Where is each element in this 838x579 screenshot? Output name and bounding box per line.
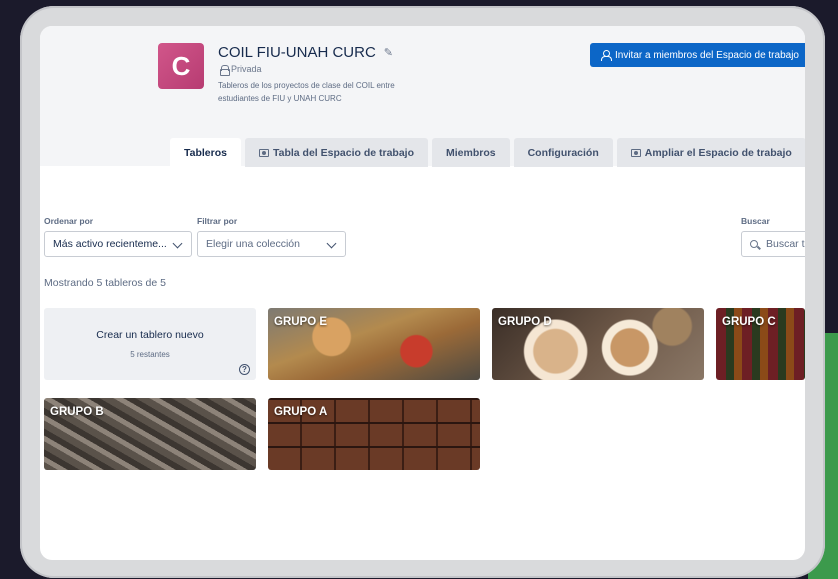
tab-workspace-table-label: Tabla del Espacio de trabajo — [272, 146, 414, 159]
tab-upgrade[interactable]: Ampliar el Espacio de trabajo — [616, 138, 805, 167]
invite-members-button[interactable]: Invitar a miembros del Espacio de trabaj… — [590, 43, 805, 67]
board-tile[interactable]: GRUPO D — [492, 308, 704, 380]
workspace-visibility: Privada — [220, 64, 262, 76]
app-screen: C COIL FIU-UNAH CURC ✎ Privada Tableros … — [40, 26, 805, 560]
boards-count: Mostrando 5 tableros de 5 — [44, 277, 166, 289]
create-board-label: Crear un tablero nuevo — [96, 329, 204, 341]
board-title: GRUPO E — [274, 316, 328, 328]
workspace-name: COIL FIU-UNAH CURC — [218, 44, 376, 61]
search-input[interactable]: Buscar tableros — [741, 231, 805, 257]
board-title: GRUPO D — [498, 316, 552, 328]
search-placeholder: Buscar tableros — [766, 238, 805, 250]
invite-label: Invitar a miembros del Espacio de trabaj… — [615, 49, 799, 61]
workspace-tabs: Tableros Tabla del Espacio de trabajo Mi… — [170, 138, 805, 167]
tab-members[interactable]: Miembros — [432, 138, 510, 167]
board-title: GRUPO C — [722, 316, 776, 328]
table-icon — [258, 148, 269, 157]
collection-filter-select[interactable]: Elegir una colección — [197, 231, 346, 257]
workspace-description: Tableros de los proyectos de clase del C… — [218, 81, 395, 103]
chevron-down-icon — [326, 238, 337, 249]
tab-upgrade-label: Ampliar el Espacio de trabajo — [644, 146, 792, 159]
help-icon[interactable]: ? — [239, 364, 250, 375]
sort-label: Ordenar por — [44, 216, 94, 226]
chevron-down-icon — [172, 238, 183, 249]
board-title: GRUPO A — [274, 406, 328, 418]
filter-placeholder: Elegir una colección — [206, 238, 300, 250]
sort-select[interactable]: Más activo recienteme... — [44, 231, 192, 257]
board-title: GRUPO B — [50, 406, 104, 418]
tab-boards-label: Tableros — [184, 146, 227, 159]
edit-pencil-icon[interactable]: ✎ — [384, 46, 393, 59]
lock-icon — [220, 64, 230, 76]
board-tile[interactable]: GRUPO C — [716, 308, 805, 380]
sort-value: Más activo recienteme... — [53, 238, 167, 250]
workspace-title: COIL FIU-UNAH CURC ✎ — [218, 44, 393, 61]
tab-boards[interactable]: Tableros — [170, 138, 241, 167]
tab-workspace-table[interactable]: Tabla del Espacio de trabajo — [244, 138, 428, 167]
board-tile[interactable]: GRUPO B — [44, 398, 256, 470]
board-tile[interactable]: GRUPO E — [268, 308, 480, 380]
create-board-tile[interactable]: Crear un tablero nuevo 5 restantes ? — [44, 308, 256, 380]
filter-label: Filtrar por — [197, 216, 238, 226]
tab-settings[interactable]: Configuración — [513, 138, 613, 167]
workspace-avatar: C — [158, 43, 204, 89]
visibility-label: Privada — [231, 64, 262, 74]
boards-remaining: 5 restantes — [130, 350, 170, 359]
search-label: Buscar — [741, 216, 770, 226]
search-icon — [750, 240, 758, 248]
tab-settings-label: Configuración — [527, 146, 599, 159]
upgrade-icon — [630, 148, 641, 157]
board-tile[interactable]: GRUPO A — [268, 398, 480, 470]
tab-members-label: Miembros — [446, 146, 496, 159]
add-person-icon — [601, 50, 612, 61]
